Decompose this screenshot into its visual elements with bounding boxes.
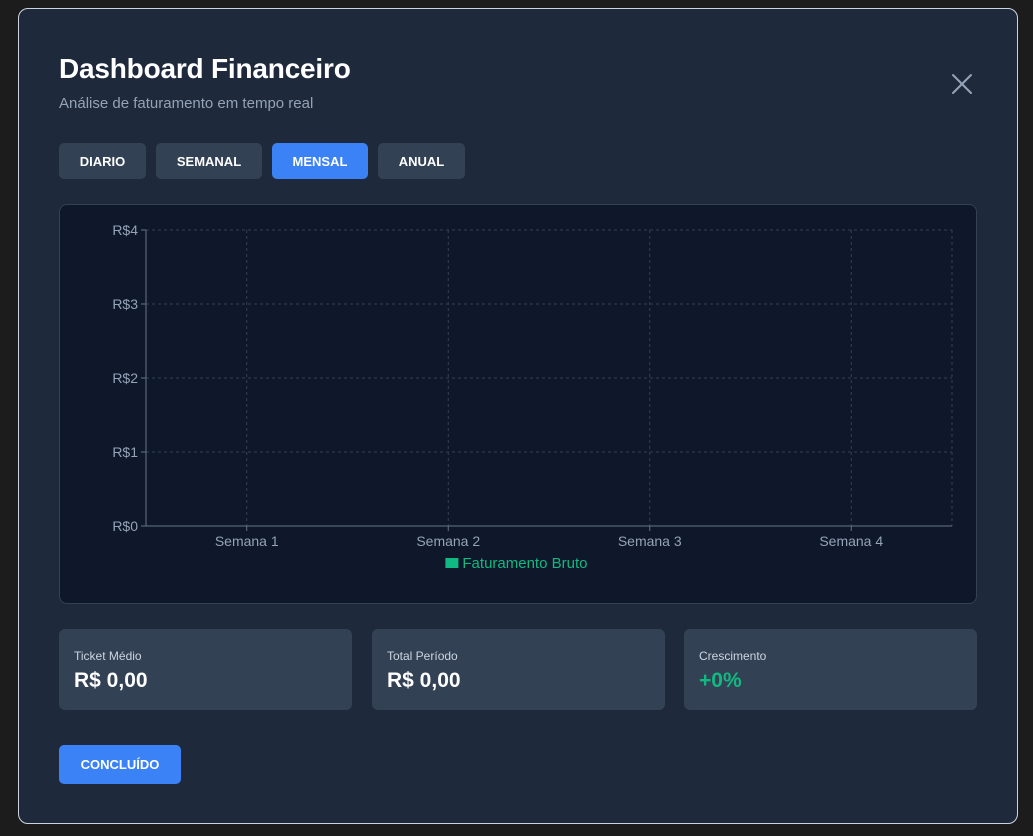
modal-title: Dashboard Financeiro xyxy=(59,53,351,84)
y-tick-label: R$2 xyxy=(112,370,138,386)
chart-canvas: R$0 R$1 R$2 R$3 R$4 Semana 1 Semana 2 Semana 3 S… xyxy=(112,222,953,572)
y-tick-label: R$1 xyxy=(112,444,138,460)
modal-subtitle: Análise de faturamento em tempo real xyxy=(59,95,314,112)
close-button[interactable] xyxy=(947,69,977,99)
stat-value: +0% xyxy=(699,669,742,692)
done-button[interactable]: CONCLUÍDO xyxy=(59,745,181,784)
y-tick-label: R$0 xyxy=(112,518,138,534)
close-icon xyxy=(952,74,972,94)
x-tick-label: Semana 1 xyxy=(215,533,279,549)
tab-semanal[interactable]: SEMANAL xyxy=(156,143,262,179)
revenue-chart: R$0 R$1 R$2 R$3 R$4 Semana 1 Semana 2 Semana 3 S… xyxy=(59,204,977,604)
tab-diario[interactable]: DIARIO xyxy=(59,143,146,179)
y-tick-label: R$4 xyxy=(112,222,138,238)
y-tick-label: R$3 xyxy=(112,296,138,312)
legend-label: Faturamento Bruto xyxy=(462,555,587,572)
stat-label: Ticket Médio xyxy=(74,649,142,663)
dashboard-modal: Dashboard Financeiro Análise de faturame… xyxy=(18,8,1018,824)
tab-mensal[interactable]: MENSAL xyxy=(272,143,368,179)
stat-ticket-medio: Ticket Médio R$ 0,00 xyxy=(59,629,352,710)
stat-total-periodo: Total Período R$ 0,00 xyxy=(372,629,665,710)
stat-value: R$ 0,00 xyxy=(74,669,148,692)
x-tick-label: Semana 2 xyxy=(416,533,480,549)
tab-anual[interactable]: ANUAL xyxy=(378,143,465,179)
stat-value: R$ 0,00 xyxy=(387,669,461,692)
stat-label: Crescimento xyxy=(699,649,767,663)
stat-label: Total Período xyxy=(387,649,458,663)
stat-crescimento: Crescimento +0% xyxy=(684,629,977,710)
x-tick-label: Semana 3 xyxy=(618,533,682,549)
x-tick-label: Semana 4 xyxy=(819,533,883,549)
legend-swatch xyxy=(445,558,459,568)
